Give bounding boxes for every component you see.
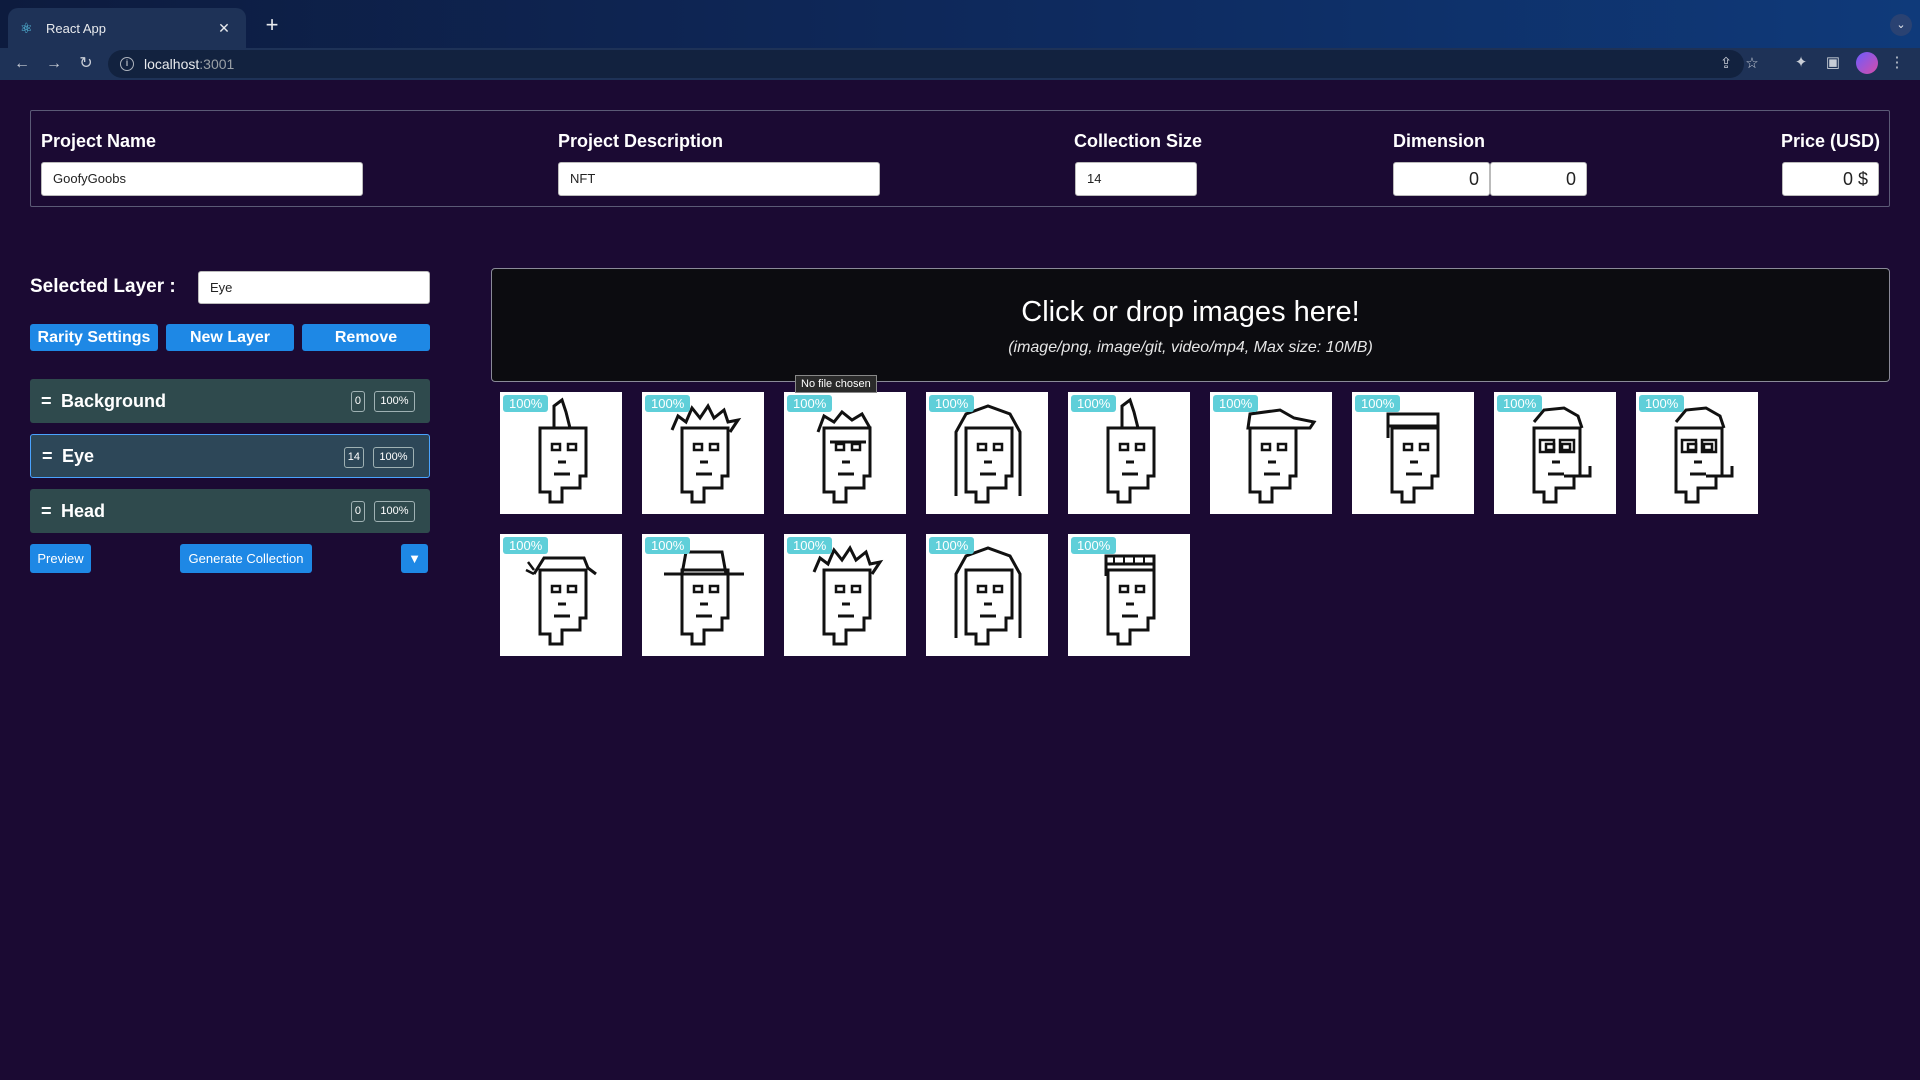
side-panel-icon[interactable]: ▣ <box>1822 52 1844 74</box>
rarity-badge: 100% <box>929 395 975 412</box>
layer-rarity-input[interactable]: 100% <box>374 391 415 412</box>
close-tab-icon[interactable]: ✕ <box>214 20 234 37</box>
selected-layer-label: Selected Layer : <box>30 276 176 297</box>
back-arrow-icon[interactable]: ← <box>10 52 34 76</box>
forward-arrow-icon[interactable]: → <box>42 52 66 76</box>
layer-rarity-input[interactable]: 100% <box>373 447 414 468</box>
rarity-badge: 100% <box>1213 395 1259 412</box>
project-description-label: Project Description <box>558 131 724 151</box>
rarity-badge: 100% <box>1497 395 1543 412</box>
new-layer-button[interactable]: New Layer <box>166 324 294 351</box>
drag-handle-icon[interactable]: = <box>41 391 61 412</box>
layer-image-thumbnail[interactable]: 100% <box>926 534 1048 656</box>
layer-image-thumbnail[interactable]: 100% <box>1636 392 1758 514</box>
address-bar[interactable]: i localhost:3001 ⇪ ☆ <box>108 50 1759 78</box>
layer-rarity-input[interactable]: 100% <box>374 501 415 522</box>
drag-handle-icon[interactable]: = <box>41 501 61 522</box>
browser-tab[interactable]: ⚛ React App ✕ <box>8 8 246 48</box>
generate-options-dropdown-icon[interactable]: ▼ <box>401 544 428 573</box>
rarity-badge: 100% <box>503 395 549 412</box>
dimension-width-input[interactable]: 0 <box>1393 162 1490 196</box>
rarity-badge: 100% <box>929 537 975 554</box>
generate-collection-button[interactable]: Generate Collection <box>180 544 312 573</box>
selected-layer-input[interactable]: Eye <box>198 271 430 304</box>
preview-button[interactable]: Preview <box>30 544 91 573</box>
layer-image-thumbnail[interactable]: 100% <box>1494 392 1616 514</box>
dimension-height-input[interactable]: 0 <box>1490 162 1587 196</box>
file-input-tooltip: No file chosen <box>795 375 877 393</box>
collection-size-label: Collection Size <box>1074 131 1203 151</box>
layer-item-head[interactable]: = Head 0 100% <box>30 489 430 533</box>
layer-image-thumbnail[interactable]: 100% <box>784 392 906 514</box>
rarity-settings-button[interactable]: Rarity Settings <box>30 324 158 351</box>
browser-menu-icon[interactable]: ⋮ <box>1886 52 1908 74</box>
layer-image-thumbnail[interactable]: 100% <box>1352 392 1474 514</box>
layer-image-thumbnail[interactable]: 100% <box>642 534 764 656</box>
project-settings-panel: Project Name GoofyGoobs Project Descript… <box>30 110 1890 207</box>
react-favicon-icon: ⚛ <box>20 20 33 36</box>
share-icon[interactable]: ⇪ <box>1716 54 1736 72</box>
layer-image-thumbnail[interactable]: 100% <box>926 392 1048 514</box>
layer-image-thumbnail[interactable]: 100% <box>500 534 622 656</box>
layer-item-background[interactable]: = Background 0 100% <box>30 379 430 423</box>
dropzone-subtitle: (image/png, image/git, video/mp4, Max si… <box>1008 339 1373 356</box>
rarity-badge: 100% <box>787 537 833 554</box>
layer-image-thumbnail[interactable]: 100% <box>784 534 906 656</box>
layer-image-thumbnail[interactable]: 100% <box>1068 534 1190 656</box>
new-tab-button[interactable]: + <box>258 12 286 40</box>
layer-item-eye[interactable]: = Eye 14 100% <box>30 434 430 478</box>
url-text: localhost:3001 <box>144 56 234 72</box>
drag-handle-icon[interactable]: = <box>42 446 62 467</box>
rarity-badge: 100% <box>1071 395 1117 412</box>
project-description-input[interactable]: NFT <box>558 162 880 196</box>
rarity-badge: 100% <box>645 395 691 412</box>
dropzone-title: Click or drop images here! <box>1021 296 1360 328</box>
reload-icon[interactable]: ↻ <box>74 52 98 76</box>
price-input[interactable]: 0 $ <box>1782 162 1879 196</box>
layer-image-count: 0 <box>350 501 365 522</box>
project-name-label: Project Name <box>41 131 157 151</box>
rarity-badge: 100% <box>1071 537 1117 554</box>
tab-search-chevron-icon[interactable]: ⌄ <box>1890 14 1912 36</box>
rarity-badge: 100% <box>1639 395 1685 412</box>
rarity-badge: 100% <box>645 537 691 554</box>
rarity-badge: 100% <box>787 395 833 412</box>
project-name-input[interactable]: GoofyGoobs <box>41 162 363 196</box>
browser-toolbar: ← → ↻ i localhost:3001 ⇪ ☆ ✦ ▣ ⋮ <box>0 48 1920 80</box>
extensions-puzzle-icon[interactable]: ✦ <box>1790 52 1812 74</box>
rarity-badge: 100% <box>503 537 549 554</box>
layer-image-thumbnail[interactable]: 100% <box>642 392 764 514</box>
layer-image-count: 0 <box>350 391 365 412</box>
layer-image-thumbnail[interactable]: 100% <box>1210 392 1332 514</box>
layer-image-thumbnail[interactable]: 100% <box>500 392 622 514</box>
image-dropzone[interactable]: Click or drop images here! (image/png, i… <box>491 268 1890 382</box>
layer-image-count: 14 <box>343 447 364 468</box>
url-host: localhost <box>144 56 200 72</box>
layer-image-thumbnail[interactable]: 100% <box>1068 392 1190 514</box>
profile-avatar[interactable] <box>1856 52 1878 74</box>
url-port: :3001 <box>199 56 235 72</box>
browser-tab-strip: ⚛ React App ✕ + ⌄ <box>0 0 1920 48</box>
tab-title: React App <box>46 20 106 36</box>
site-info-icon[interactable]: i <box>120 57 134 71</box>
price-label: Price (USD) <box>1781 131 1881 151</box>
bookmark-star-icon[interactable]: ☆ <box>1742 54 1762 72</box>
dimension-label: Dimension <box>1393 131 1486 151</box>
rarity-badge: 100% <box>1355 395 1401 412</box>
remove-layer-button[interactable]: Remove <box>302 324 430 351</box>
collection-size-input[interactable]: 14 <box>1075 162 1197 196</box>
